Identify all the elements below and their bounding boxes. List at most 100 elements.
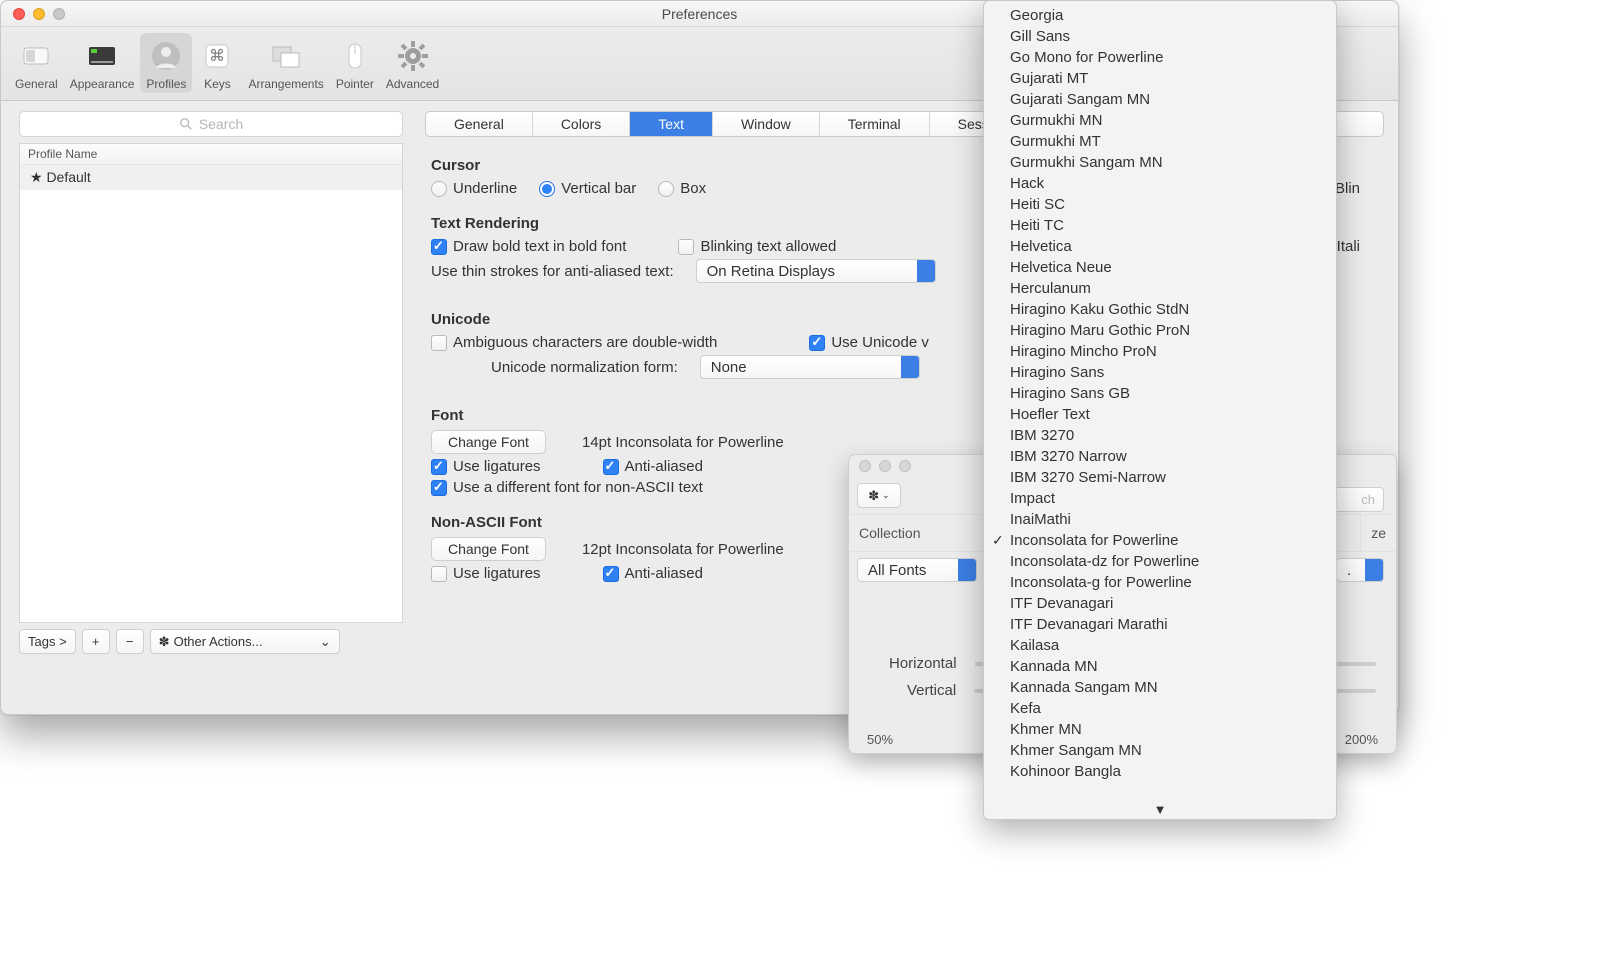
ambiguous-width-checkbox[interactable]: Ambiguous characters are double-width: [431, 334, 717, 351]
nonascii-antialiased-checkbox[interactable]: Anti-aliased: [603, 565, 703, 582]
check-label: Use ligatures: [453, 458, 541, 475]
scroll-down-indicator[interactable]: ▼: [984, 802, 1336, 817]
profile-search-input[interactable]: Search: [19, 111, 403, 137]
font-option[interactable]: ITF Devanagari Marathi: [984, 614, 1336, 635]
window-minimize-button[interactable]: [879, 460, 891, 472]
font-option[interactable]: Kailasa: [984, 635, 1336, 656]
profile-list[interactable]: Profile Name ★ Default: [19, 143, 403, 623]
tab-colors[interactable]: Colors: [533, 112, 630, 136]
font-option[interactable]: Heiti TC: [984, 215, 1336, 236]
change-font-button[interactable]: Change Font: [431, 430, 546, 454]
toolbar-arrangements[interactable]: Arrangements: [242, 33, 329, 93]
font-option[interactable]: Inconsolata-g for Powerline: [984, 572, 1336, 593]
fonts-gear-popup[interactable]: ✽⌄: [857, 483, 901, 508]
cursor-vertical-radio[interactable]: Vertical bar: [539, 180, 636, 197]
change-nonascii-font-button[interactable]: Change Font: [431, 537, 546, 561]
profile-row-default[interactable]: ★ Default: [20, 165, 402, 190]
gear-icon: ✽: [159, 634, 170, 650]
window-zoom-button[interactable]: [899, 460, 911, 472]
font-option[interactable]: Gurmukhi Sangam MN: [984, 152, 1336, 173]
size-popup[interactable]: .▴▾: [1336, 558, 1384, 582]
font-option[interactable]: Khmer MN: [984, 719, 1336, 740]
collection-popup[interactable]: All Fonts▴▾: [857, 558, 977, 582]
mouse-icon: [336, 37, 374, 75]
size-header-partial: ze: [1371, 525, 1386, 541]
font-option[interactable]: Helvetica Neue: [984, 257, 1336, 278]
tags-button[interactable]: Tags >: [19, 629, 76, 654]
window-close-button[interactable]: [859, 460, 871, 472]
font-option[interactable]: Hiragino Kaku Gothic StdN: [984, 299, 1336, 320]
font-option[interactable]: Hiragino Mincho ProN: [984, 341, 1336, 362]
toolbar-profiles[interactable]: Profiles: [140, 33, 192, 93]
font-option[interactable]: InaiMathi: [984, 509, 1336, 530]
font-option[interactable]: Gujarati MT: [984, 68, 1336, 89]
font-option[interactable]: Helvetica: [984, 236, 1336, 257]
font-option[interactable]: Hoefler Text: [984, 404, 1336, 425]
font-option[interactable]: ITF Devanagari: [984, 593, 1336, 614]
toolbar-appearance[interactable]: Appearance: [64, 33, 141, 93]
toolbar-label: Advanced: [386, 77, 439, 91]
check-label: Use a different font for non-ASCII text: [453, 479, 703, 496]
command-icon: ⌘: [198, 37, 236, 75]
font-option[interactable]: IBM 3270: [984, 425, 1336, 446]
font-family-dropdown[interactable]: GeorgiaGill SansGo Mono for PowerlineGuj…: [983, 0, 1337, 820]
font-option[interactable]: Gill Sans: [984, 26, 1336, 47]
font-option[interactable]: Impact: [984, 488, 1336, 509]
horizontal-max-label: 200%: [1345, 732, 1378, 747]
chevron-down-icon: ⌄: [882, 490, 890, 501]
gear-icon: [394, 37, 432, 75]
thin-strokes-popup[interactable]: On Retina Displays▴▾: [696, 259, 936, 283]
tab-general[interactable]: General: [426, 112, 533, 136]
tab-window[interactable]: Window: [713, 112, 820, 136]
toolbar-advanced[interactable]: Advanced: [380, 33, 445, 93]
nonascii-ligatures-checkbox[interactable]: Use ligatures: [431, 565, 541, 582]
chevron-down-icon: ⌄: [320, 634, 331, 650]
toolbar-pointer[interactable]: Pointer: [330, 33, 380, 93]
font-option[interactable]: Gurmukhi MT: [984, 131, 1336, 152]
font-option[interactable]: Hiragino Sans GB: [984, 383, 1336, 404]
font-option[interactable]: IBM 3270 Semi-Narrow: [984, 467, 1336, 488]
chevron-updown-icon: ▴▾: [1369, 563, 1379, 579]
remove-profile-button[interactable]: −: [116, 629, 144, 654]
cursor-underline-radio[interactable]: Underline: [431, 180, 517, 197]
font-option[interactable]: Hiragino Maru Gothic ProN: [984, 320, 1336, 341]
font-option[interactable]: Kannada MN: [984, 656, 1336, 677]
font-option[interactable]: Kefa: [984, 698, 1336, 719]
svg-text:⌘: ⌘: [209, 48, 225, 65]
cursor-box-radio[interactable]: Box: [658, 180, 706, 197]
font-option[interactable]: Inconsolata for Powerline: [984, 530, 1336, 551]
font-option[interactable]: Gujarati Sangam MN: [984, 89, 1336, 110]
font-option[interactable]: Go Mono for Powerline: [984, 47, 1336, 68]
toolbar-general[interactable]: General: [9, 33, 64, 93]
font-option[interactable]: Khmer Sangam MN: [984, 740, 1336, 761]
tab-text[interactable]: Text: [630, 112, 713, 136]
other-actions-popup[interactable]: ✽ Other Actions... ⌄: [150, 629, 340, 654]
tab-terminal[interactable]: Terminal: [820, 112, 930, 136]
font-option[interactable]: IBM 3270 Narrow: [984, 446, 1336, 467]
font-option[interactable]: Herculanum: [984, 278, 1336, 299]
font-option[interactable]: Georgia: [984, 5, 1336, 26]
font-option[interactable]: Hiragino Sans: [984, 362, 1336, 383]
unicode-norm-popup[interactable]: None▴▾: [700, 355, 920, 379]
font-option[interactable]: Inconsolata-dz for Powerline: [984, 551, 1336, 572]
draw-bold-checkbox[interactable]: Draw bold text in bold font: [431, 238, 626, 255]
window-close-button[interactable]: [13, 8, 25, 20]
font-ligatures-checkbox[interactable]: Use ligatures: [431, 458, 541, 475]
check-label: Draw bold text in bold font: [453, 238, 626, 255]
font-antialiased-checkbox[interactable]: Anti-aliased: [603, 458, 703, 475]
toolbar-keys[interactable]: ⌘ Keys: [192, 33, 242, 93]
font-option[interactable]: Gurmukhi MN: [984, 110, 1336, 131]
check-label: Blin: [1335, 180, 1360, 197]
blinking-text-checkbox[interactable]: Blinking text allowed: [678, 238, 836, 255]
window-minimize-button[interactable]: [33, 8, 45, 20]
font-option[interactable]: Kohinoor Bangla: [984, 761, 1336, 782]
unicode-v9-checkbox[interactable]: Use Unicode v: [809, 334, 929, 351]
popup-value: All Fonts: [868, 562, 926, 579]
window-zoom-button[interactable]: [53, 8, 65, 20]
font-option[interactable]: Hack: [984, 173, 1336, 194]
add-profile-button[interactable]: +: [82, 629, 110, 654]
font-option[interactable]: Heiti SC: [984, 194, 1336, 215]
nonascii-font-toggle[interactable]: Use a different font for non-ASCII text: [431, 479, 703, 496]
font-option[interactable]: Kannada Sangam MN: [984, 677, 1336, 698]
horizontal-min-label: 50%: [867, 732, 893, 747]
